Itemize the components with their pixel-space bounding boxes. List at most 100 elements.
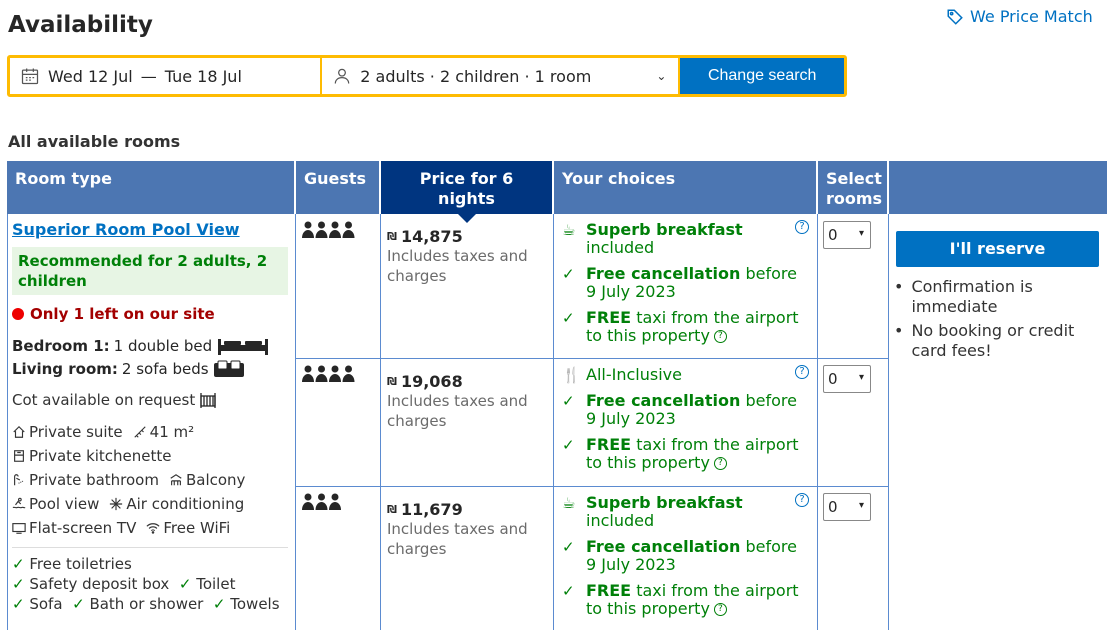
guests-icons bbox=[302, 221, 357, 243]
change-search-button[interactable]: Change search bbox=[680, 58, 844, 94]
check-icon: ✓ bbox=[12, 555, 25, 573]
choices-cell: ☕ Superb breakfast included ✓ Free cancella… bbox=[562, 493, 799, 618]
living-value: 2 sofa beds bbox=[121, 360, 209, 378]
amenities-list: ✓ Free toiletries ✓ Safety deposit box ✓… bbox=[12, 554, 292, 614]
page-title: Availability bbox=[8, 12, 153, 38]
check-icon: ✓ bbox=[562, 582, 575, 600]
person-icon bbox=[334, 68, 350, 84]
amenity-item: ✓ Safety deposit box ✓ Toilet bbox=[12, 575, 236, 593]
double-bed-icon bbox=[218, 339, 269, 355]
tv-icon bbox=[12, 523, 26, 534]
row-divider bbox=[295, 486, 889, 487]
room-quantity-select[interactable]: 0 ▾ bbox=[823, 493, 871, 521]
facility-bathroom: Private bathroom bbox=[12, 471, 159, 489]
row-divider bbox=[295, 358, 889, 359]
date-separator: — bbox=[140, 66, 157, 86]
price-value: 11,679 bbox=[400, 500, 463, 519]
help-icon[interactable]: ? bbox=[713, 330, 727, 343]
ruler-icon bbox=[134, 426, 146, 438]
price-value: 14,875 bbox=[400, 227, 463, 246]
check-icon: ✓ bbox=[72, 595, 85, 613]
price-value: 19,068 bbox=[400, 372, 463, 391]
bedroom-info: Bedroom 1: 1 double bed bbox=[12, 337, 292, 355]
check-icon: ✓ bbox=[562, 392, 575, 410]
bedroom-label: Bedroom 1: bbox=[12, 337, 110, 355]
choices-cell: 🍴 All-Inclusive ✓ Free cancellation before… bbox=[562, 365, 799, 472]
price-cell: ₪ 11,679 Includes taxes and charges bbox=[387, 500, 547, 559]
check-icon: ✓ bbox=[178, 575, 192, 593]
balcony-icon bbox=[170, 474, 182, 486]
cot-text: Cot available on request bbox=[12, 391, 196, 409]
facility-wifi: Free WiFi bbox=[146, 519, 230, 537]
check-icon: ✓ bbox=[562, 538, 575, 556]
guests-summary: 2 adults · 2 children · 1 room bbox=[360, 66, 592, 86]
col-divider bbox=[7, 214, 8, 630]
utensils-icon: 🍴 bbox=[562, 366, 581, 384]
person-group-icon bbox=[302, 493, 341, 510]
header-choices: Your choices bbox=[554, 161, 816, 214]
kitchen-icon bbox=[14, 450, 24, 462]
facility-size: 41 m² bbox=[133, 423, 194, 441]
price-note: Includes taxes and charges bbox=[387, 247, 528, 285]
room-name-link[interactable]: Superior Room Pool View bbox=[12, 220, 292, 239]
date-picker[interactable]: Wed 12 Jul — Tue 18 Jul bbox=[10, 58, 321, 94]
check-icon: ✓ bbox=[562, 436, 575, 454]
guests-selector[interactable]: 2 adults · 2 children · 1 room ⌄ bbox=[322, 58, 679, 94]
amenity-item: ✓ Sofa ✓ Bath or shower ✓ Towels bbox=[12, 595, 280, 613]
cot-info: Cot available on request bbox=[12, 391, 292, 409]
guests-icons bbox=[302, 493, 357, 515]
price-match-label: We Price Match bbox=[970, 7, 1093, 26]
room-quantity-select[interactable]: 0 ▾ bbox=[823, 221, 871, 249]
scarcity-notice: Only 1 left on our site bbox=[12, 305, 292, 323]
col-divider bbox=[888, 214, 889, 630]
room-type-cell: Superior Room Pool View Recommended for … bbox=[12, 220, 292, 614]
calendar-icon bbox=[21, 68, 39, 85]
check-icon: ✓ bbox=[12, 595, 25, 613]
facilities-list: Private suite 41 m² Private kitchenette … bbox=[12, 423, 292, 537]
col-divider bbox=[817, 214, 818, 630]
facility-air-conditioning: Air conditioning bbox=[109, 495, 244, 513]
price-cell: ₪ 14,875 Includes taxes and charges bbox=[387, 227, 547, 286]
check-icon: ✓ bbox=[12, 575, 25, 593]
guests-icons bbox=[302, 365, 357, 387]
scarcity-text: Only 1 left on our site bbox=[30, 305, 215, 323]
reserve-notes: Confirmation is immediate No booking or … bbox=[894, 277, 1104, 365]
chevron-down-icon: ▾ bbox=[858, 500, 864, 511]
red-dot-icon bbox=[12, 308, 24, 320]
col-divider bbox=[380, 214, 381, 630]
help-icon[interactable]: ? bbox=[795, 220, 809, 234]
help-icon[interactable]: ? bbox=[713, 603, 727, 616]
chevron-down-icon: ▾ bbox=[858, 228, 864, 239]
reserve-button[interactable]: I'll reserve bbox=[896, 231, 1099, 267]
header-price: Price for 6 nights bbox=[381, 161, 552, 223]
check-icon: ✓ bbox=[562, 309, 575, 327]
facility-pool-view: Pool view bbox=[12, 495, 99, 513]
person-group-icon bbox=[302, 365, 355, 382]
currency-symbol: ₪ bbox=[387, 230, 397, 243]
header-select: Select rooms bbox=[818, 161, 887, 214]
reserve-note: Confirmation is immediate bbox=[894, 277, 1104, 317]
section-title: All available rooms bbox=[8, 132, 181, 151]
facility-kitchenette: Private kitchenette bbox=[12, 447, 172, 465]
col-divider bbox=[553, 214, 554, 630]
price-match-link[interactable]: We Price Match bbox=[946, 7, 1093, 26]
bedroom-value: 1 double bed bbox=[113, 337, 213, 355]
recommended-badge: Recommended for 2 adults, 2 children bbox=[12, 247, 288, 295]
header-guests: Guests bbox=[296, 161, 379, 214]
living-label: Living room: bbox=[12, 360, 118, 378]
coffee-cup-icon: ☕ bbox=[562, 221, 576, 239]
check-icon: ✓ bbox=[212, 595, 226, 613]
room-quantity-select[interactable]: 0 ▾ bbox=[823, 365, 871, 393]
coffee-cup-icon: ☕ bbox=[562, 494, 576, 512]
person-group-icon bbox=[302, 221, 355, 238]
pool-icon bbox=[12, 497, 26, 509]
help-icon[interactable]: ? bbox=[713, 457, 727, 470]
check-icon: ✓ bbox=[562, 265, 575, 283]
currency-symbol: ₪ bbox=[387, 375, 397, 388]
facility-tv: Flat-screen TV bbox=[12, 519, 136, 537]
sofa-bed-icon bbox=[213, 360, 244, 377]
currency-symbol: ₪ bbox=[387, 503, 397, 516]
search-bar: Wed 12 Jul — Tue 18 Jul 2 adults · 2 chi… bbox=[7, 55, 847, 97]
help-icon[interactable]: ? bbox=[795, 365, 809, 379]
help-icon[interactable]: ? bbox=[795, 493, 809, 507]
